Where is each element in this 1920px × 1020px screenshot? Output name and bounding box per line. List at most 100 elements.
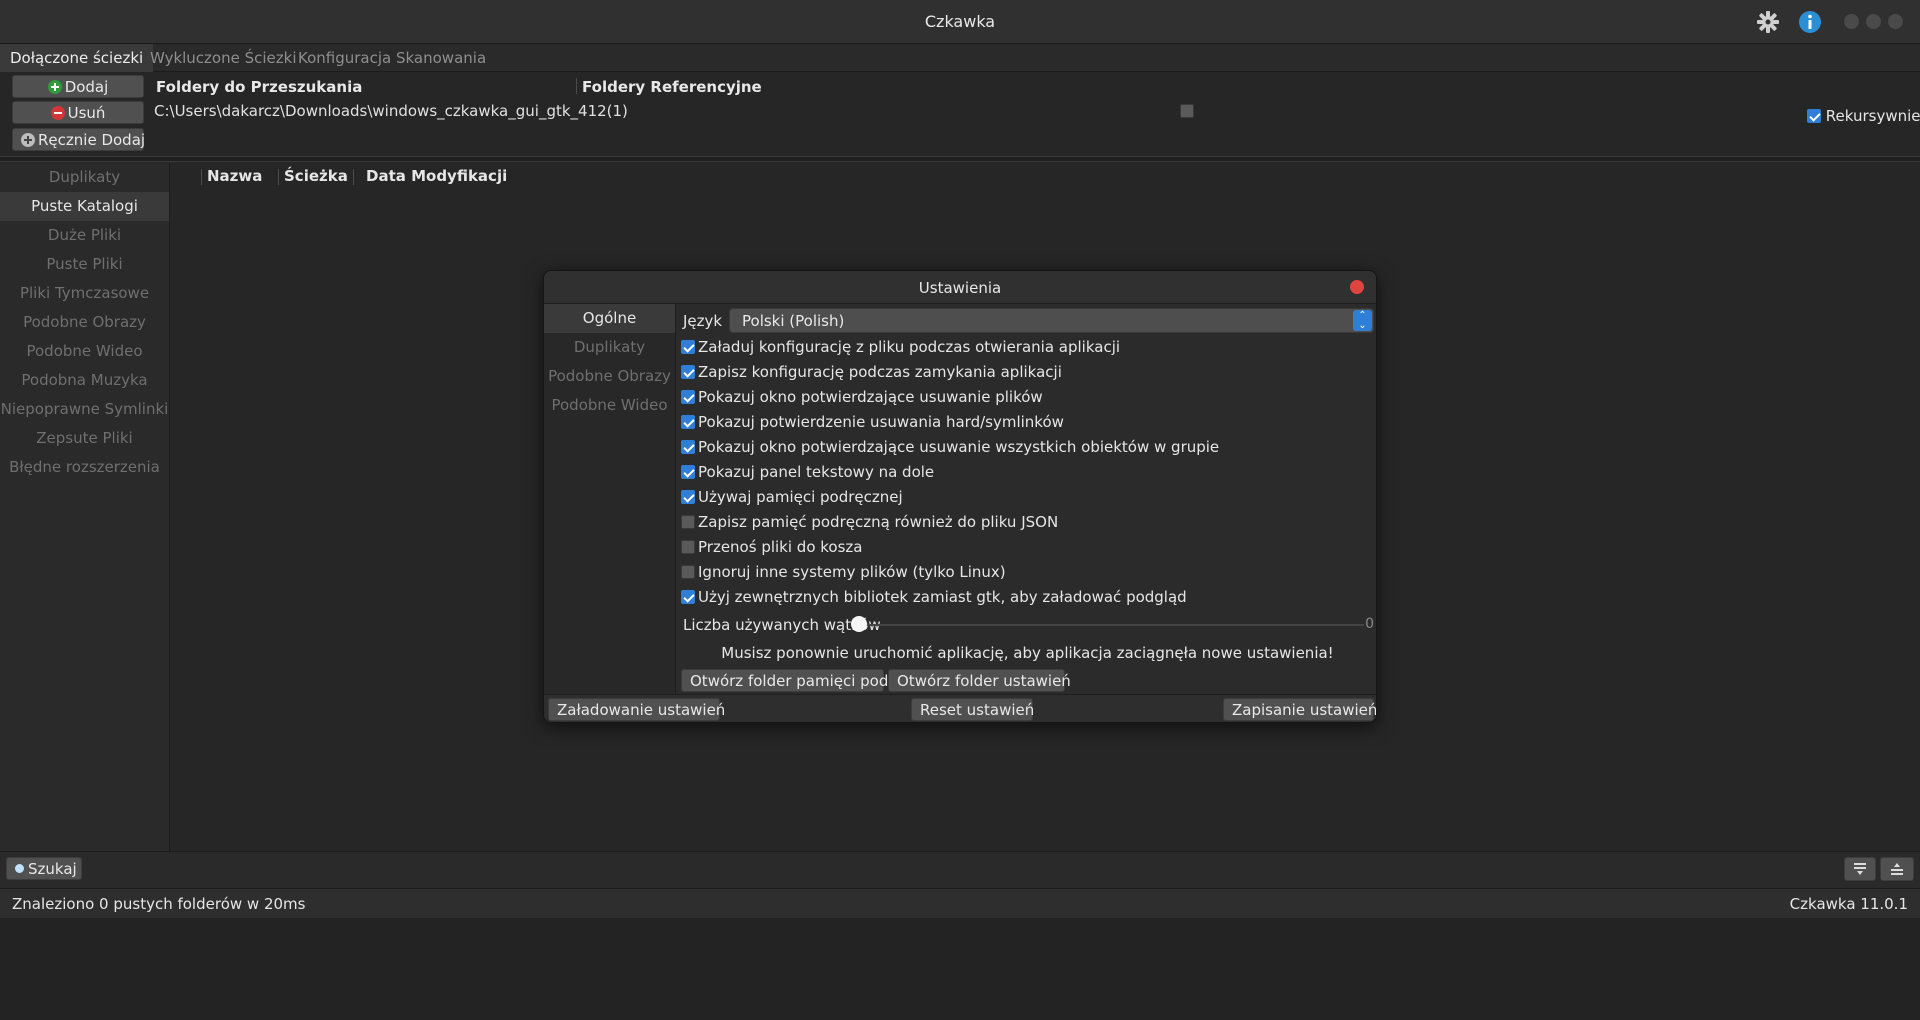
- sidebar-item-bad-extensions[interactable]: Błędne rozszerzenia: [0, 453, 169, 482]
- pane-divider[interactable]: [0, 156, 1920, 162]
- settings-tab-general[interactable]: Ogólne: [544, 304, 675, 333]
- checkbox[interactable]: [681, 340, 695, 354]
- option-load-config-on-start[interactable]: Załaduj konfigurację z pliku podczas otw…: [681, 338, 1120, 358]
- status-bar: Znaleziono 0 pustych folderów w 20ms Czk…: [0, 888, 1920, 918]
- option-external-preview-libs[interactable]: Użyj zewnętrznych bibliotek zamiast gtk,…: [681, 588, 1187, 608]
- sidebar-item-similar-videos[interactable]: Podobne Wideo: [0, 337, 169, 366]
- settings-dialog-title: Ustawienia: [918, 279, 1002, 297]
- column-name[interactable]: Nazwa: [207, 167, 262, 185]
- minus-icon: [50, 106, 65, 120]
- search-icon: [15, 864, 24, 873]
- search-button[interactable]: Szukaj: [6, 857, 82, 880]
- settings-sidebar: Ogólne Duplikaty Podobne Obrazy Podobne …: [544, 304, 676, 694]
- path-row[interactable]: C:\Users\dakarcz\Downloads\windows_czkaw…: [154, 102, 628, 120]
- column-search-folders[interactable]: Foldery do Przeszukania: [156, 78, 362, 96]
- settings-close-button[interactable]: [1350, 280, 1364, 294]
- tab-included-paths[interactable]: Dołączone ściezki: [0, 44, 154, 72]
- settings-dialog: Ustawienia Ogólne Duplikaty Podobne Obra…: [543, 270, 1377, 723]
- expand-icon: [1891, 863, 1903, 875]
- open-settings-folder-button[interactable]: Otwórz folder ustawień: [888, 669, 1071, 692]
- minimize-button[interactable]: [1844, 14, 1859, 29]
- column-modification-date[interactable]: Data Modyfikacji: [366, 167, 507, 185]
- restart-notice: Musisz ponownie uruchomić aplikację, aby…: [721, 644, 1334, 662]
- column-reference-folders[interactable]: Foldery Referencyjne: [582, 78, 762, 96]
- settings-general-page: Język Polski (Polish) ⌃ ⌄ Załaduj konfigu…: [677, 304, 1376, 694]
- window-title: Czkawka: [924, 12, 996, 31]
- checkbox[interactable]: [681, 540, 695, 554]
- language-label: Język: [683, 312, 723, 330]
- option-use-cache[interactable]: Używaj pamięci podręcznej: [681, 488, 903, 508]
- threads-slider-handle[interactable]: [851, 616, 867, 632]
- czkawka-window: Czkawka Dołączone ściezki Wykluczone Ści…: [0, 0, 1920, 1020]
- save-settings-button[interactable]: Zapisanie ustawień: [1223, 698, 1376, 721]
- close-button[interactable]: [1888, 14, 1903, 29]
- checkbox[interactable]: [681, 465, 695, 479]
- sidebar-item-similar-images[interactable]: Podobne Obrazy: [0, 308, 169, 337]
- info-icon[interactable]: [1798, 10, 1822, 34]
- threads-slider-track[interactable]: [859, 624, 1364, 626]
- language-value: Polski (Polish): [742, 312, 845, 330]
- checkbox[interactable]: [681, 365, 695, 379]
- hide-text-panel-button[interactable]: [1844, 857, 1876, 881]
- checkbox[interactable]: [681, 565, 695, 579]
- sidebar-item-invalid-symlinks[interactable]: Niepoprawne Symlinki: [0, 395, 169, 424]
- reference-folder-checkbox[interactable]: [1180, 104, 1194, 118]
- reset-settings-button[interactable]: Reset ustawień: [911, 698, 1034, 721]
- column-path[interactable]: Ścieżka: [284, 167, 348, 185]
- settings-tab-similar-images[interactable]: Podobne Obrazy: [544, 362, 675, 391]
- checkbox[interactable]: [681, 590, 695, 604]
- option-confirm-delete-group[interactable]: Pokazuj okno potwierdzające usuwanie wsz…: [681, 438, 1219, 458]
- included-paths-panel: Dodaj Usuń Ręcznie Dodaj Foldery do Prze…: [0, 72, 1920, 156]
- checkbox[interactable]: [681, 440, 695, 454]
- chevron-up-down-icon: ⌃ ⌄: [1353, 310, 1372, 331]
- tool-sidebar: Duplikaty Puste Katalogi Duże Pliki Pust…: [0, 163, 170, 851]
- sidebar-item-similar-music[interactable]: Podobna Muzyka: [0, 366, 169, 395]
- threads-value: 0: [1365, 616, 1374, 632]
- column-separator: [576, 78, 577, 94]
- show-text-panel-button[interactable]: [1880, 857, 1914, 881]
- plus-icon: [47, 80, 62, 94]
- settings-tab-similar-videos[interactable]: Podobne Wideo: [544, 391, 675, 420]
- remove-path-button[interactable]: Usuń: [12, 101, 144, 124]
- option-ignore-other-filesystems[interactable]: Ignoruj inne systemy plików (tylko Linux…: [681, 563, 1006, 583]
- checkbox[interactable]: [681, 515, 695, 529]
- status-text: Znaleziono 0 pustych folderów w 20ms: [12, 895, 306, 913]
- language-select[interactable]: Polski (Polish) ⌃ ⌄: [729, 308, 1374, 333]
- bottom-toolbar: Szukaj: [0, 851, 1920, 888]
- text-panel[interactable]: [0, 918, 1920, 1020]
- tab-excluded-paths[interactable]: Wykluczone Ściezki: [140, 44, 307, 72]
- option-show-text-panel[interactable]: Pokazuj panel tekstowy na dole: [681, 463, 934, 483]
- option-move-to-trash[interactable]: Przenoś pliki do kosza: [681, 538, 862, 558]
- sidebar-item-broken-files[interactable]: Zepsute Pliki: [0, 424, 169, 453]
- maximize-button[interactable]: [1866, 14, 1881, 29]
- option-confirm-delete-files[interactable]: Pokazuj okno potwierdzające usuwanie pli…: [681, 388, 1043, 408]
- checkbox[interactable]: [681, 390, 695, 404]
- manual-add-path-button[interactable]: Ręcznie Dodaj: [12, 128, 145, 151]
- add-path-button[interactable]: Dodaj: [12, 75, 144, 98]
- checkbox[interactable]: [681, 415, 695, 429]
- collapse-icon: [1854, 863, 1866, 875]
- recursive-checkbox[interactable]: [1807, 109, 1821, 123]
- sidebar-item-big-files[interactable]: Duże Pliki: [0, 221, 169, 250]
- sidebar-item-temporary-files[interactable]: Pliki Tymczasowe: [0, 279, 169, 308]
- sidebar-item-empty-folders[interactable]: Puste Katalogi: [0, 192, 169, 221]
- load-settings-button[interactable]: Załadowanie ustawień: [548, 698, 725, 721]
- checkbox[interactable]: [681, 490, 695, 504]
- settings-dialog-titlebar: Ustawienia: [544, 271, 1376, 304]
- gear-icon[interactable]: [1756, 10, 1780, 34]
- title-bar: Czkawka: [0, 0, 1920, 44]
- option-confirm-delete-links[interactable]: Pokazuj potwierdzenie usuwania hard/syml…: [681, 413, 1064, 433]
- option-save-cache-json[interactable]: Zapisz pamięć podręczną również do pliku…: [681, 513, 1058, 533]
- option-save-config-on-exit[interactable]: Zapisz konfigurację podczas zamykania ap…: [681, 363, 1062, 383]
- column-separator: [201, 169, 202, 185]
- sidebar-item-duplicates[interactable]: Duplikaty: [0, 163, 169, 192]
- tab-scan-configuration[interactable]: Konfiguracja Skanowania: [288, 44, 496, 72]
- top-notebook-tabs: Dołączone ściezki Wykluczone Ściezki Kon…: [0, 44, 1920, 72]
- column-separator: [278, 169, 279, 185]
- column-separator: [353, 169, 354, 185]
- open-cache-folder-button[interactable]: Otwórz folder pamięci podręcznej: [681, 669, 943, 692]
- settings-tab-duplicates[interactable]: Duplikaty: [544, 333, 675, 362]
- recursive-option[interactable]: Rekursywnie: [1807, 107, 1920, 125]
- version-label: Czkawka 11.0.1: [1789, 895, 1908, 913]
- sidebar-item-empty-files[interactable]: Puste Pliki: [0, 250, 169, 279]
